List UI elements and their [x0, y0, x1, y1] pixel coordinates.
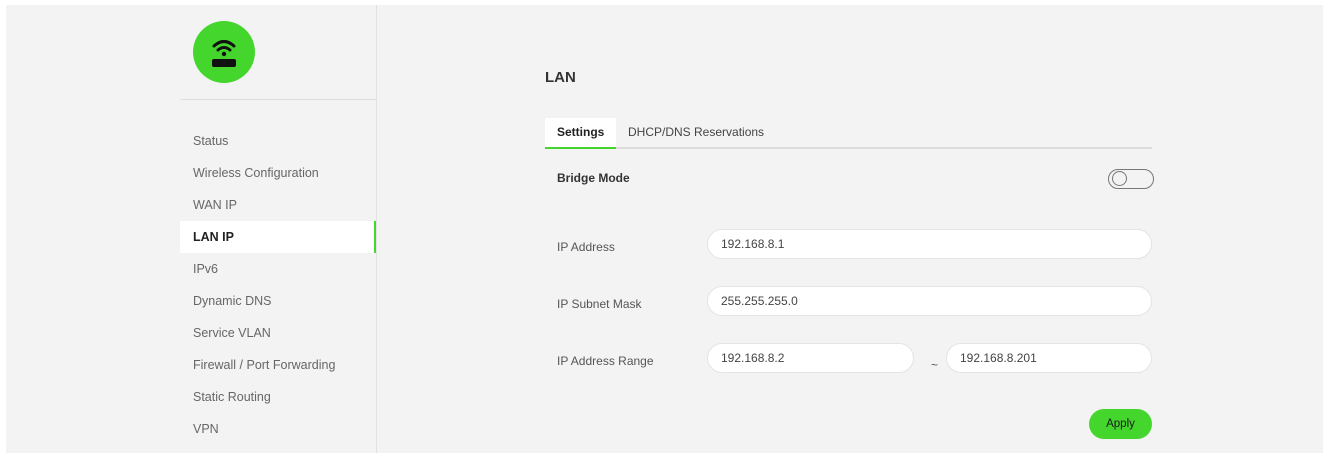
sidebar-divider [180, 99, 376, 100]
sidebar-item-service-vlan[interactable]: Service VLAN [180, 317, 376, 349]
sidebar-item-dynamic-dns[interactable]: Dynamic DNS [180, 285, 376, 317]
tab-settings[interactable]: Settings [545, 118, 617, 149]
ip-range-start-input[interactable]: 192.168.8.2 [707, 343, 914, 373]
ip-address-input[interactable]: 192.168.8.1 [707, 229, 1152, 259]
range-separator: ~ [931, 358, 939, 372]
sidebar-item-status[interactable]: Status [180, 125, 376, 157]
toggle-knob [1112, 171, 1127, 186]
page-title: LAN [545, 69, 576, 86]
sidebar-item-wireless-configuration[interactable]: Wireless Configuration [180, 157, 376, 189]
sidebar-item-vpn[interactable]: VPN [180, 413, 376, 445]
ip-address-range-label: IP Address Range [557, 354, 654, 368]
app-frame: Status Wireless Configuration WAN IP LAN… [6, 5, 1323, 453]
apply-button[interactable]: Apply [1089, 409, 1152, 439]
main-content: LAN Settings DHCP/DNS Reservations Bridg… [377, 5, 1323, 453]
ip-subnet-mask-label: IP Subnet Mask [557, 297, 642, 311]
bridge-mode-label: Bridge Mode [557, 171, 630, 185]
sidebar: Status Wireless Configuration WAN IP LAN… [6, 5, 377, 453]
sidebar-item-firewall-port-forwarding[interactable]: Firewall / Port Forwarding [180, 349, 376, 381]
tab-dhcp-dns-reservations[interactable]: DHCP/DNS Reservations [628, 118, 764, 147]
sidebar-item-lan-ip[interactable]: LAN IP [180, 221, 376, 253]
router-wifi-icon [193, 21, 255, 83]
bridge-mode-toggle[interactable] [1108, 169, 1154, 189]
sidebar-item-static-routing[interactable]: Static Routing [180, 381, 376, 413]
ip-range-end-input[interactable]: 192.168.8.201 [946, 343, 1152, 373]
sidebar-nav: Status Wireless Configuration WAN IP LAN… [180, 125, 376, 445]
ip-subnet-mask-input[interactable]: 255.255.255.0 [707, 286, 1152, 316]
sidebar-item-ipv6[interactable]: IPv6 [180, 253, 376, 285]
ip-address-label: IP Address [557, 240, 615, 254]
tab-bar: Settings DHCP/DNS Reservations [545, 118, 1152, 149]
sidebar-item-wan-ip[interactable]: WAN IP [180, 189, 376, 221]
